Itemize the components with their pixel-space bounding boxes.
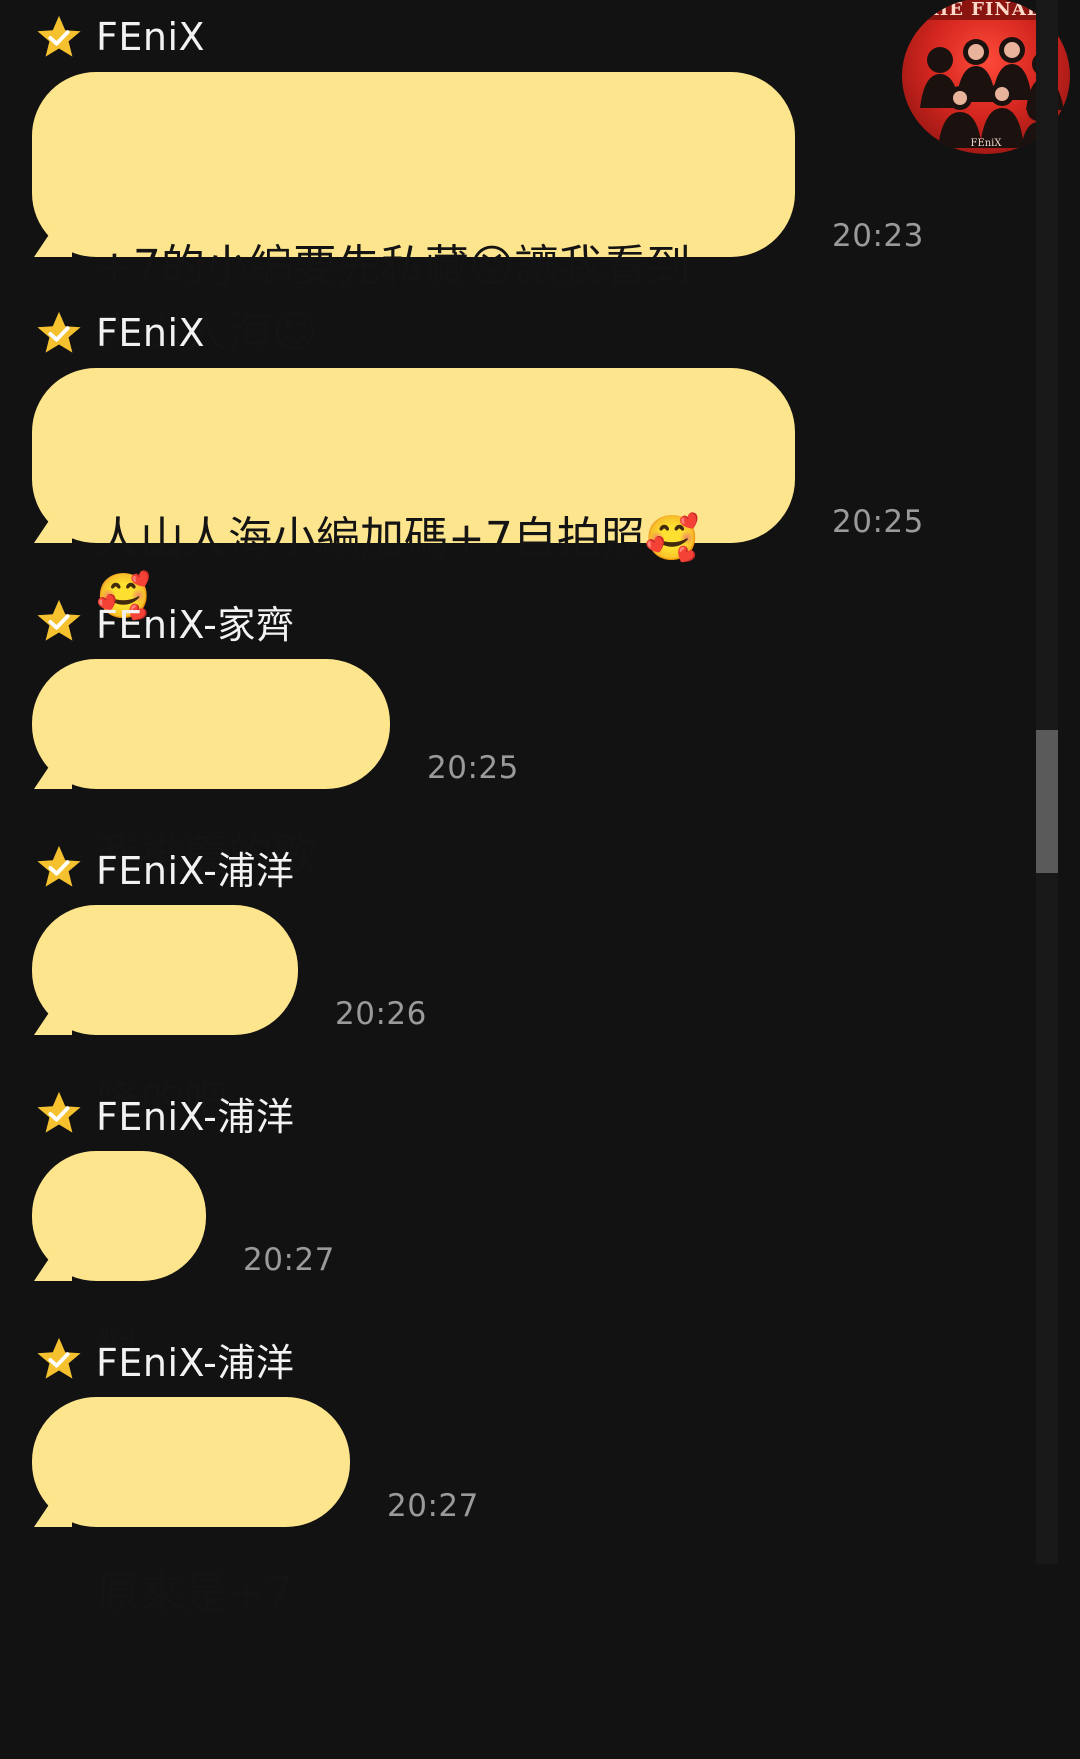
sender-row: FEniX-浦洋 <box>36 1334 295 1385</box>
star-badge-icon <box>37 15 81 57</box>
sender-row: FEniX <box>36 308 205 358</box>
sender-name: FEniX <box>96 15 206 59</box>
sender-row: FEniX-浦洋 <box>36 1088 295 1139</box>
message-bubble[interactable]: 人山人海小編加碼+7自拍照🥰 🥰 <box>32 368 795 622</box>
sender-name: FEniX-家齊 <box>96 602 295 647</box>
star-badge-icon <box>37 845 81 887</box>
message-time: 20:25 <box>832 504 924 540</box>
chat-view[interactable]: FEniX +7的小編要先私藏😝讓我看到 人山人海😍 20:23 FEniX 人… <box>0 0 1070 1619</box>
star-badge-icon <box>37 311 81 353</box>
message-time: 20:23 <box>832 218 924 254</box>
sender-name: FEniX-浦洋 <box>96 1340 295 1385</box>
sender-name: FEniX-浦洋 <box>96 848 295 893</box>
scrollbar-thumb[interactable] <box>1036 730 1058 873</box>
star-badge-icon <box>37 599 81 641</box>
star-badge-icon <box>37 1091 81 1133</box>
sender-name: FEniX <box>96 311 206 355</box>
message-bubble[interactable]: 我推薦的歌 <box>32 659 390 881</box>
sender-row: FEniX <box>36 12 205 62</box>
message-time: 20:27 <box>387 1488 479 1524</box>
star-badge-icon <box>37 1337 81 1379</box>
message-bubble[interactable]: 隆的吧 <box>32 905 298 1127</box>
message-text: 原來是+7 <box>96 1568 293 1619</box>
message-bubble[interactable]: 對 <box>32 1151 206 1373</box>
message-time: 20:25 <box>427 750 519 786</box>
message-time: 20:26 <box>335 996 427 1032</box>
sender-name: FEniX-浦洋 <box>96 1094 295 1139</box>
sender-row: FEniX-家齊 <box>36 596 295 647</box>
svg-text:THE FINALE: THE FINALE <box>917 0 1055 20</box>
svg-text:FEniX: FEniX <box>971 138 1003 149</box>
message-time: 20:27 <box>243 1242 335 1278</box>
message-bubble[interactable]: 原來是+7 <box>32 1397 350 1619</box>
message-bubble[interactable]: +7的小編要先私藏😝讓我看到 人山人海😍 <box>32 72 795 358</box>
sender-row: FEniX-浦洋 <box>36 842 295 893</box>
